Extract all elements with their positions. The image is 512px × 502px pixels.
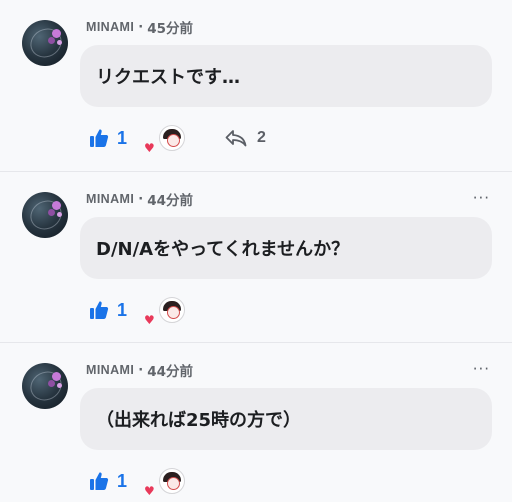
like-count: 1 [117, 299, 128, 320]
comment-actions: 1 ♥ [89, 466, 186, 498]
comment-text: D/N/Aをやってくれませんか？ [96, 239, 350, 260]
thumbs-up-icon[interactable] [89, 300, 109, 320]
user-avatar[interactable] [22, 363, 68, 409]
comment-text: リクエストです… [96, 67, 240, 88]
user-avatar[interactable] [22, 20, 68, 66]
meta-separator: · [138, 19, 144, 35]
comment-item: MINAMI · 44分前 ··· （出来れば25時の方で） 1 ♥ [0, 342, 512, 502]
username[interactable]: MINAMI [86, 20, 134, 34]
reaction-avatar [159, 468, 186, 494]
comment-item: MINAMI · 44分前 ··· D/N/Aをやってくれませんか？ 1 ♥ [0, 171, 512, 342]
more-options-icon[interactable]: ··· [473, 191, 490, 206]
comment-bubble: （出来れば25時の方で） [80, 388, 492, 450]
timestamp: 45分前 [147, 21, 193, 37]
username[interactable]: MINAMI [86, 192, 134, 206]
comment-meta: MINAMI · 45分前 [86, 17, 193, 38]
reaction-summary[interactable]: ♥ [127, 468, 186, 498]
like-count: 1 [117, 127, 128, 148]
reaction-avatar [159, 125, 186, 151]
heart-icon: ♥ [144, 141, 155, 155]
comment-meta: MINAMI · 44分前 [86, 360, 193, 381]
comment-bubble: リクエストです… [80, 45, 492, 107]
username[interactable]: MINAMI [86, 363, 134, 377]
heart-icon: ♥ [144, 484, 155, 498]
reply-count: 2 [257, 129, 266, 146]
comment-meta: MINAMI · 44分前 [86, 189, 193, 210]
like-count: 1 [117, 470, 128, 491]
comment-bubble: D/N/Aをやってくれませんか？ [80, 217, 492, 279]
reply-icon[interactable] [225, 129, 247, 147]
meta-separator: · [138, 191, 144, 207]
like-button[interactable]: 1 [89, 300, 127, 321]
heart-icon: ♥ [144, 313, 155, 327]
reaction-avatar [159, 297, 186, 323]
user-avatar[interactable] [22, 192, 68, 238]
timestamp: 44分前 [147, 364, 193, 380]
timestamp: 44分前 [147, 193, 193, 209]
thumbs-up-icon[interactable] [89, 471, 109, 491]
thumbs-up-icon[interactable] [89, 128, 109, 148]
meta-separator: · [138, 362, 144, 378]
more-options-icon[interactable]: ··· [473, 362, 490, 377]
comment-actions: 1 ♥ [89, 295, 186, 327]
like-button[interactable]: 1 [89, 128, 127, 149]
comment-item: MINAMI · 45分前 リクエストです… 1 ♥ 2 [0, 0, 512, 171]
reaction-summary[interactable]: ♥ [127, 297, 186, 327]
comment-actions: 1 ♥ 2 [89, 123, 266, 155]
reply-button[interactable]: 2 [225, 129, 266, 147]
like-button[interactable]: 1 [89, 471, 127, 492]
reaction-summary[interactable]: ♥ [127, 125, 186, 155]
comment-text: （出来れば25時の方で） [96, 410, 302, 431]
